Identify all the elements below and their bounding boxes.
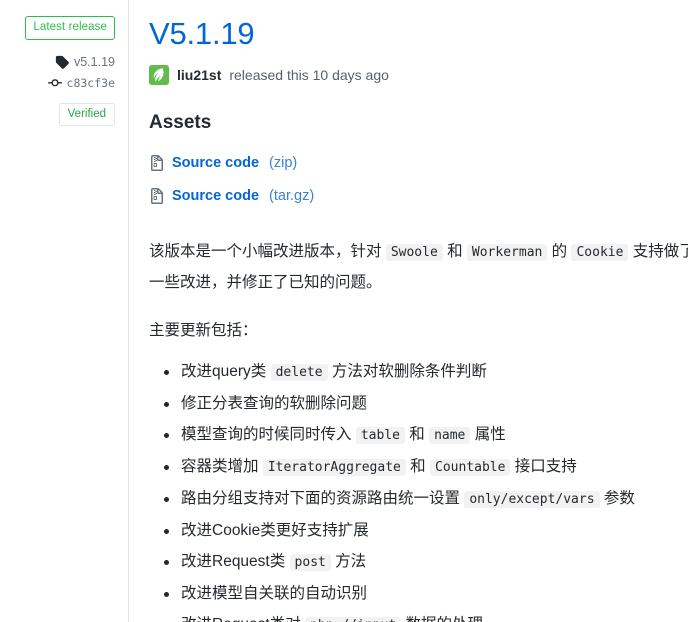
change-item: 改进query类 delete 方法对软删除条件判断 <box>164 356 688 388</box>
tag-label: v5.1.19 <box>73 54 115 69</box>
release-sidebar: Latest release v5.1.19 c83cf3e Verified <box>0 0 129 622</box>
verified-badge[interactable]: Verified <box>58 102 115 126</box>
sidebar-divider <box>128 0 129 622</box>
change-text: 改进query类 <box>181 363 271 381</box>
change-text: 修正分表查询的软删除问题 <box>181 395 368 413</box>
change-text-post: 属性 <box>470 426 506 444</box>
file-zip-icon <box>149 188 165 205</box>
change-text: 容器类增加 <box>181 458 263 476</box>
changes-list: 改进query类 delete 方法对软删除条件判断 修正分表查询的软删除问题 … <box>149 356 688 622</box>
inline-code-delete: delete <box>270 364 328 382</box>
change-item: 修正分表查询的软删除问题 <box>164 388 688 419</box>
avatar[interactable] <box>149 64 169 85</box>
asset-source-code-targz[interactable]: Source code (tar.gz) <box>149 180 688 213</box>
inline-code-workerman: Workerman <box>466 244 548 262</box>
tag-row[interactable]: v5.1.19 <box>55 54 115 70</box>
asset-source-code-zip[interactable]: Source code (zip) <box>149 147 688 180</box>
change-text: 改进模型自关联的自动识别 <box>181 585 368 603</box>
intro-text-mid2: 的 <box>547 243 572 261</box>
assets-heading: Assets <box>149 111 212 133</box>
asset-name[interactable]: Source code <box>172 153 259 173</box>
asset-ext: (tar.gz) <box>269 188 315 205</box>
change-item: 路由分组支持对下面的资源路由统一设置 only/except/vars 参数 <box>164 483 688 515</box>
change-text-post: 参数 <box>599 490 635 508</box>
release-byline: liu21st released this 10 days ago <box>149 64 688 85</box>
change-text-mid: 和 <box>405 458 430 476</box>
assets-list: Source code (zip) Source code (tar.gz) <box>149 147 688 213</box>
release-timestamp: released this 10 days ago <box>229 66 389 83</box>
change-text-mid: 和 <box>404 426 430 444</box>
change-text-post: 方法对软删除条件判断 <box>327 363 487 381</box>
inline-code-countable: Countable <box>430 459 511 477</box>
change-text: 改进Request类 <box>181 553 290 571</box>
change-text-post: 接口支持 <box>510 458 577 476</box>
release-author[interactable]: liu21st <box>177 65 221 85</box>
asset-name[interactable]: Source code <box>172 186 259 206</box>
inline-code-only-except-vars: only/except/vars <box>464 491 600 509</box>
release-main: V5.1.19 liu21st released this 10 days ag… <box>129 0 688 622</box>
commit-sha: c83cf3e <box>66 75 115 90</box>
inline-code-iteratoraggregate: IteratorAggregate <box>262 459 406 477</box>
change-item: 改进模型自关联的自动识别 <box>164 578 688 609</box>
asset-ext: (zip) <box>269 155 298 172</box>
change-item: 改进Request类对 php://input 数据的处理 <box>181 609 688 622</box>
latest-release-badge: Latest release <box>25 16 115 40</box>
changes-heading: 主要更新包括： <box>149 322 258 340</box>
intro-text-prefix: 该版本是一个小幅改进版本，针对 <box>149 243 386 261</box>
change-item: 容器类增加 IteratorAggregate 和 Countable 接口支持 <box>164 451 688 483</box>
change-text-post: 数据的处理 <box>401 616 483 622</box>
inline-code-table: table <box>355 427 405 445</box>
release-intro-paragraph: 该版本是一个小幅改进版本，针对 Swoole 和 Workerman 的 Coo… <box>149 237 688 298</box>
change-item: 模型查询的时候同时传入 table 和 name 属性 <box>164 419 688 451</box>
change-item: 改进Request类 post 方法 <box>164 546 688 578</box>
file-zip-icon <box>149 155 165 172</box>
change-text: 路由分组支持对下面的资源路由统一设置 <box>181 490 465 508</box>
inline-code-cookie: Cookie <box>571 244 629 262</box>
change-text: 模型查询的时候同时传入 <box>181 426 356 444</box>
release-body: 该版本是一个小幅改进版本，针对 Swoole 和 Workerman 的 Coo… <box>149 237 688 622</box>
inline-code-post: post <box>289 554 331 572</box>
change-text-post: 方法 <box>330 553 367 571</box>
tag-icon <box>55 55 69 69</box>
inline-code-swoole: Swoole <box>385 244 443 262</box>
release-meta-list: v5.1.19 c83cf3e Verified <box>0 54 115 126</box>
change-item: 改进Cookie类更好支持扩展 <box>164 515 688 546</box>
inline-code-php-input: php://input <box>305 617 402 622</box>
change-text: 改进Cookie类更好支持扩展 <box>181 522 369 540</box>
change-text: 改进Request类对 <box>181 616 305 622</box>
commit-icon <box>47 76 62 90</box>
inline-code-name: name <box>429 427 471 445</box>
intro-text-mid1: 和 <box>442 243 467 261</box>
commit-row[interactable]: c83cf3e <box>47 75 115 91</box>
release-page: Latest release v5.1.19 c83cf3e Verified … <box>0 0 688 622</box>
release-title[interactable]: V5.1.19 <box>149 16 688 52</box>
